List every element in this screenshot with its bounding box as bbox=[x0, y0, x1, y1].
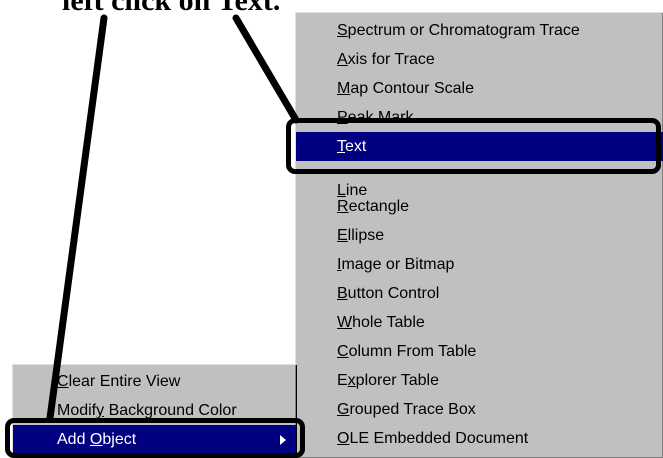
callout-line-text bbox=[232, 14, 300, 124]
callout-line-add-object bbox=[46, 14, 108, 422]
callout-lines bbox=[46, 14, 300, 422]
